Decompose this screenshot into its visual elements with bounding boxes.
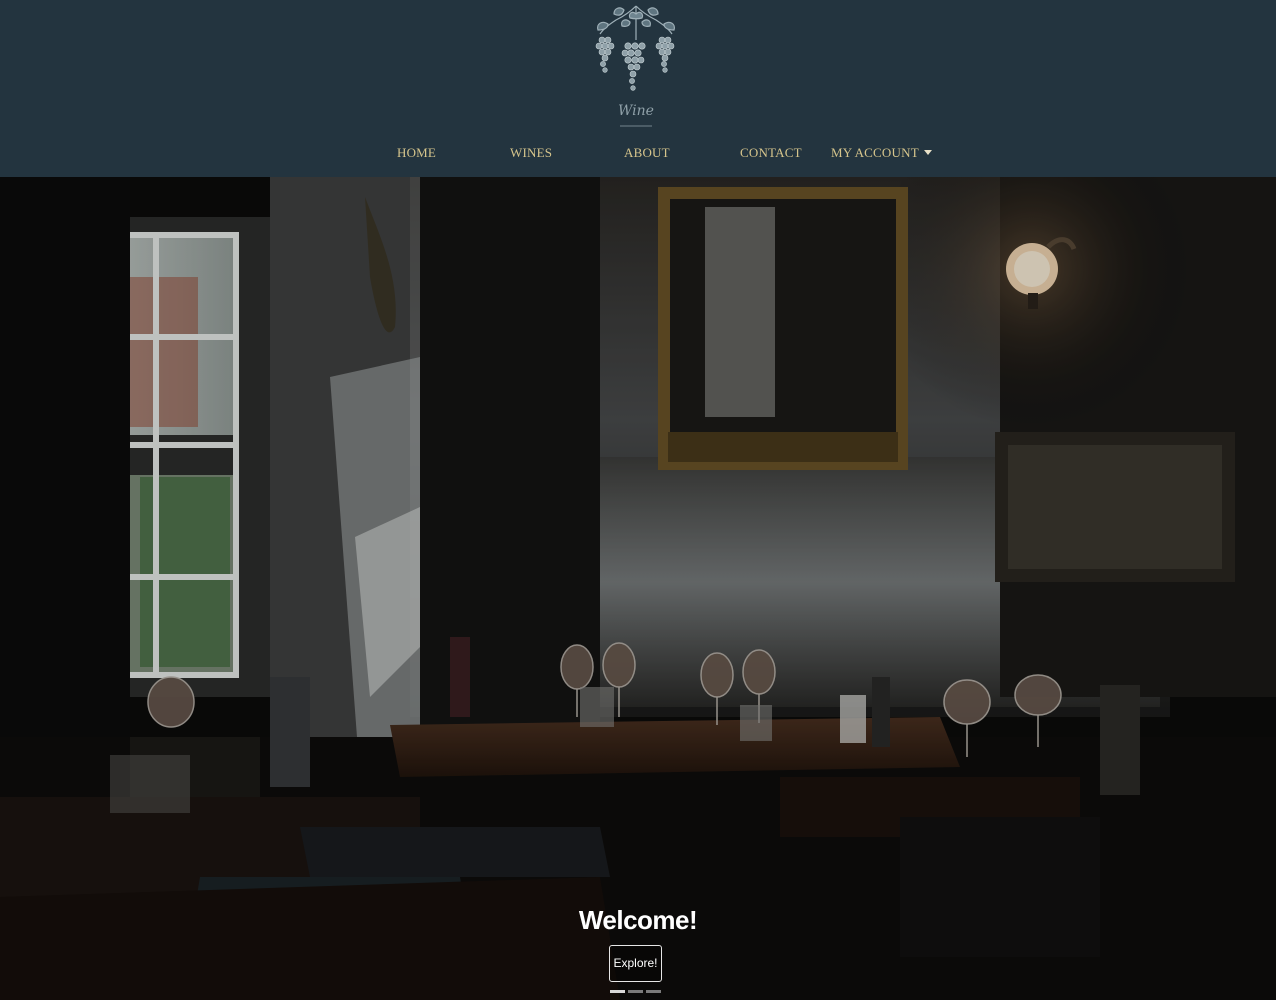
logo-text: Wine: [618, 103, 654, 119]
site-header: Wine HOME WINES ABOUT CONTACT MY ACCOUNT: [0, 0, 1276, 177]
nav-item-about[interactable]: ABOUT: [624, 145, 670, 161]
nav-item-wines[interactable]: WINES: [510, 145, 552, 161]
carousel-indicator-2[interactable]: [628, 990, 643, 993]
nav-item-my-account-label: MY ACCOUNT: [831, 145, 919, 160]
nav-item-my-account[interactable]: MY ACCOUNT: [831, 145, 932, 161]
site-logo[interactable]: Wine: [586, 0, 686, 132]
hero-background-image: [0, 177, 1276, 1000]
hero-carousel: [0, 177, 1276, 1000]
main-nav: HOME WINES ABOUT CONTACT MY ACCOUNT: [0, 145, 1276, 167]
caret-down-icon: [923, 150, 932, 155]
carousel-indicators: [610, 990, 666, 994]
carousel-indicator-1[interactable]: [610, 990, 625, 993]
explore-button[interactable]: Explore!: [609, 945, 662, 982]
nav-item-home[interactable]: HOME: [397, 145, 436, 161]
welcome-heading: Welcome!: [578, 905, 698, 935]
nav-item-contact[interactable]: CONTACT: [740, 145, 802, 161]
carousel-indicator-3[interactable]: [646, 990, 661, 993]
